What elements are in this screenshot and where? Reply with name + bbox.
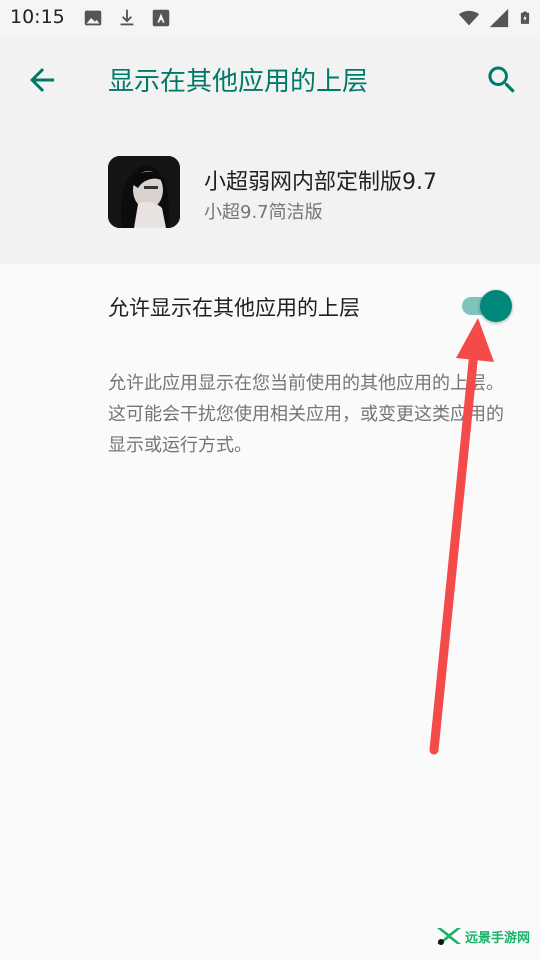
- page-title: 显示在其他应用的上层: [108, 67, 369, 97]
- status-time: 10:15: [10, 6, 65, 28]
- permission-toggle[interactable]: [458, 288, 514, 324]
- wifi-icon: [458, 10, 480, 26]
- notification-icons: [82, 7, 172, 29]
- download-icon: [120, 9, 134, 26]
- header: 显示在其他应用的上层 小超弱网内部定制版9.7 小超9.7简洁版: [0, 36, 540, 264]
- app-name: 小超弱网内部定制版9.7: [204, 170, 437, 195]
- app-icon: [108, 156, 180, 228]
- setting-label: 允许显示在其他应用的上层: [108, 296, 360, 320]
- overlay-permission-setting[interactable]: 允许显示在其他应用的上层: [0, 264, 540, 348]
- signal-icon: [489, 8, 509, 28]
- system-icons: [458, 7, 532, 29]
- search-icon[interactable]: [484, 62, 520, 98]
- app-icon-image: [108, 156, 180, 228]
- arrow-back-icon[interactable]: [24, 62, 60, 98]
- watermark-text: 远景手游网: [464, 930, 530, 946]
- image-icon: [84, 10, 102, 26]
- watermark: 远景手游网: [435, 926, 530, 946]
- battery-icon: [520, 11, 530, 24]
- setting-description: 允许此应用显示在您当前使用的其他应用的上层。这可能会干扰您使用相关应用，或变更这…: [108, 373, 504, 456]
- app-version: 小超9.7简洁版: [204, 202, 323, 223]
- watermark-logo-icon: [436, 928, 461, 945]
- status-bar: 10:15: [0, 0, 540, 36]
- toggle-thumb: [480, 290, 512, 322]
- app-bar: 显示在其他应用的上层: [0, 36, 540, 122]
- text-icon: [152, 9, 170, 27]
